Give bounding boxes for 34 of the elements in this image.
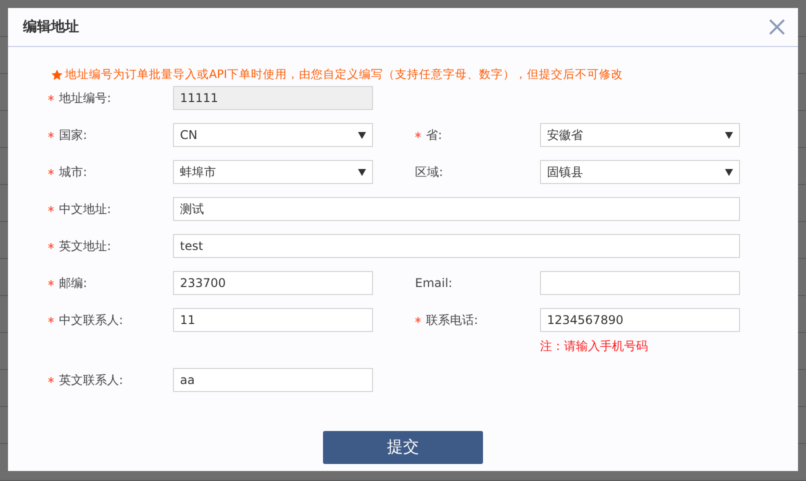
field-label: 联系电话: <box>426 312 478 329</box>
field-label: 中文联系人: <box>59 312 124 329</box>
field-label: 英文联系人: <box>59 372 124 389</box>
close-button[interactable] <box>768 18 786 36</box>
select-field[interactable]: 固镇县 <box>540 160 740 184</box>
field-label: 省: <box>426 127 442 144</box>
field-label: 邮编: <box>59 275 88 292</box>
caret-icon <box>358 132 366 138</box>
star-icon <box>51 68 63 80</box>
input-field[interactable]: test <box>173 234 740 258</box>
field-label: 地址编号: <box>59 90 112 107</box>
select-field[interactable]: 安徽省 <box>540 123 740 147</box>
dialog-title: 编辑地址 <box>23 18 79 36</box>
input-field[interactable]: 1234567890 <box>540 308 740 332</box>
notice-text: 地址编号为订单批量导入或API下单时使用，由您自定义编写（支持任意字母、数字），但提交后不可修改 <box>65 67 624 82</box>
caret-icon <box>725 132 733 138</box>
field-label: 国家: <box>59 127 88 144</box>
field-label: 城市: <box>59 164 88 181</box>
field-label: Email: <box>415 275 452 292</box>
input-field[interactable]: aa <box>173 368 373 392</box>
field-label: 中文地址: <box>59 201 112 218</box>
select-field[interactable]: 蚌埠市 <box>173 160 373 184</box>
select-field[interactable]: CN <box>173 123 373 147</box>
caret-icon <box>725 168 733 176</box>
input-field[interactable]: 测试 <box>173 197 740 221</box>
field-label: 英文地址: <box>59 238 112 255</box>
caret-icon <box>358 168 366 176</box>
field-label: 区域: <box>415 164 444 181</box>
input-field[interactable]: 11111 <box>173 86 373 110</box>
input-field[interactable] <box>540 271 740 295</box>
input-field[interactable]: 233700 <box>173 271 373 295</box>
hint-text: 注：请输入手机号码 <box>540 338 648 355</box>
input-field[interactable]: 11 <box>173 308 373 332</box>
submit-button[interactable]: 提交 <box>323 431 483 464</box>
